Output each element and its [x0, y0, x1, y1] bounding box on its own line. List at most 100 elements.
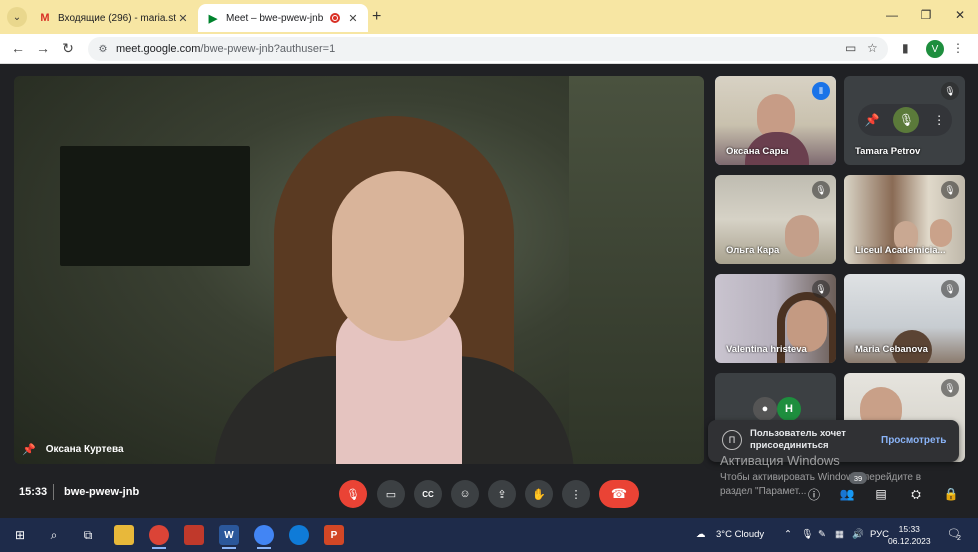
person-face	[785, 215, 819, 257]
participant-tile[interactable]: ⦀ Оксана Сары	[715, 76, 836, 165]
meeting-code[interactable]: bwe-pwew-jnb	[64, 486, 139, 498]
participant-tile[interactable]: 🎙 Ольга Кара	[715, 175, 836, 264]
people-icon: 👥	[839, 487, 855, 501]
omnibox[interactable]: ⚙ meet.google.com /bwe-pwew-jnb?authuser…	[88, 37, 888, 61]
search-icon[interactable]: ⌕	[44, 525, 64, 545]
captions-icon: CC	[422, 489, 434, 499]
pin-icon[interactable]: 📌	[22, 443, 36, 456]
volume-icon[interactable]: 🔊	[852, 529, 864, 540]
word-icon[interactable]: W	[219, 525, 239, 549]
meet-icon: ▶	[208, 12, 218, 25]
person-face	[332, 171, 464, 341]
pen-tray-icon[interactable]: ✎	[818, 529, 826, 540]
present-button[interactable]: ⇪	[488, 480, 516, 508]
chat-icon: ▤	[875, 487, 887, 501]
participant-avatar: ●	[753, 397, 777, 421]
powerpoint-icon[interactable]: P	[324, 525, 344, 545]
more-options-icon[interactable]: ⋮	[933, 113, 945, 127]
divider	[53, 484, 54, 500]
people-button[interactable]: 👥	[837, 484, 857, 504]
mic-off-icon: 🎙	[941, 379, 959, 397]
tab-search-icon[interactable]: ⌄	[7, 7, 27, 27]
file-explorer-icon[interactable]	[114, 525, 134, 545]
back-button[interactable]: ←	[9, 40, 27, 56]
participant-tile[interactable]: 🎙 Valentina hristeva	[715, 274, 836, 363]
participant-name: Valentina hristeva	[726, 344, 807, 355]
hangup-icon: ☎	[610, 486, 628, 501]
camera-icon: ▭	[385, 488, 397, 501]
mic-off-button[interactable]: 🎙	[339, 480, 367, 508]
microphone-tray-icon[interactable]: 🎙	[801, 529, 813, 540]
participant-name: Tamara Petrov	[855, 146, 921, 157]
chat-button[interactable]: ▤	[871, 484, 891, 504]
minimize-button[interactable]: —	[882, 8, 902, 22]
reactions-button[interactable]: ☺	[451, 480, 479, 508]
hand-icon: ✋	[532, 488, 546, 501]
person-face	[930, 219, 952, 247]
close-icon[interactable]: ✕	[346, 12, 360, 25]
close-window-button[interactable]: ✕	[950, 8, 970, 22]
close-icon[interactable]: ✕	[176, 12, 190, 25]
books-app-icon[interactable]	[184, 525, 204, 545]
menu-icon[interactable]: ⋮	[952, 41, 964, 55]
participant-name: Оксана Куртева	[45, 444, 124, 455]
meet-control-bar: 15:33 bwe-pwew-jnb 🎙 ▭ CC ☺ ⇪ ✋ ⋮ ☎ ⓘ 👥 …	[0, 470, 978, 518]
captions-button[interactable]: CC	[414, 480, 442, 508]
tab-title: Meet – bwe-pwew-jnb	[226, 12, 324, 24]
mute-participant-icon[interactable]: 🎙	[893, 107, 920, 133]
background-door	[569, 76, 704, 464]
activities-icon: ⛭	[911, 486, 921, 501]
tile-hover-controls: 📌 🎙 ⋮	[858, 104, 952, 136]
chrome-icon[interactable]	[149, 525, 169, 549]
raise-hand-button[interactable]: ✋	[525, 480, 553, 508]
mic-off-icon: 🎙	[941, 82, 959, 100]
new-tab-button[interactable]: +	[372, 8, 381, 26]
restore-button[interactable]: ❐	[916, 8, 936, 22]
language-indicator[interactable]: РУС	[870, 529, 889, 540]
main-participant-label: 📌 Оксана Куртева	[22, 443, 124, 456]
address-bar: ← → ↻ ⚙ meet.google.com /bwe-pwew-jnb?au…	[0, 34, 978, 64]
chrome-profile-icon[interactable]	[254, 525, 274, 549]
meeting-details-button[interactable]: ⓘ	[804, 484, 824, 504]
leave-call-button[interactable]: ☎	[599, 480, 639, 508]
reload-button[interactable]: ↻	[59, 40, 77, 57]
participant-tile[interactable]: 🎙 Maria Cebanova	[844, 274, 965, 363]
tab-gmail[interactable]: M Входящие (296) - maria.stiroi@ ✕	[30, 4, 198, 32]
site-settings-icon[interactable]: ⚙	[94, 44, 112, 55]
view-request-button[interactable]: Просмотреть	[881, 435, 946, 446]
gmail-icon: M	[40, 12, 50, 24]
profile-avatar[interactable]: V	[926, 40, 944, 58]
mic-off-icon: 🎙	[346, 488, 360, 501]
pin-icon[interactable]: 📌	[865, 113, 880, 127]
side-panel-icon[interactable]: ▮	[902, 41, 909, 55]
activities-button[interactable]: ⛭	[906, 484, 926, 504]
notification-count: 2	[957, 535, 961, 542]
more-options-icon: ⋮	[570, 488, 582, 501]
task-view-icon[interactable]: ⧉	[78, 525, 98, 545]
mic-off-icon: 🎙	[941, 181, 959, 199]
speaking-indicator-icon: ⦀	[812, 82, 830, 100]
forward-button[interactable]: →	[34, 40, 52, 56]
requester-avatar: П	[722, 430, 742, 450]
clock-date: 06.12.2023	[888, 536, 931, 546]
participant-tile[interactable]: 🎙 Liceul Academicia...	[844, 175, 965, 264]
clock-time: 15:33	[898, 524, 920, 534]
recording-icon	[330, 13, 340, 23]
edge-icon[interactable]	[289, 525, 309, 545]
tab-meet[interactable]: ▶ Meet – bwe-pwew-jnb ✕	[198, 4, 368, 32]
emoji-icon: ☺	[459, 488, 471, 500]
bookmark-star-icon[interactable]: ☆	[867, 41, 878, 55]
weather-icon[interactable]: ☁	[696, 529, 706, 540]
windows-start-icon[interactable]: ⊞	[10, 525, 30, 545]
weather-text[interactable]: 3°C Cloudy	[716, 529, 764, 540]
network-icon[interactable]: ▦	[835, 529, 844, 540]
mic-off-icon: 🎙	[812, 280, 830, 298]
info-icon: ⓘ	[807, 487, 820, 502]
camera-button[interactable]: ▭	[377, 480, 405, 508]
chevron-up-icon[interactable]: ⌃	[784, 529, 792, 540]
host-controls-button[interactable]: 🔒	[941, 484, 961, 504]
camera-icon[interactable]: ▭	[845, 41, 856, 55]
clock[interactable]: 15:33 06.12.2023	[888, 523, 931, 547]
more-options-button[interactable]: ⋮	[562, 480, 590, 508]
participant-tile[interactable]: 🎙 📌 🎙 ⋮ Tamara Petrov	[844, 76, 965, 165]
